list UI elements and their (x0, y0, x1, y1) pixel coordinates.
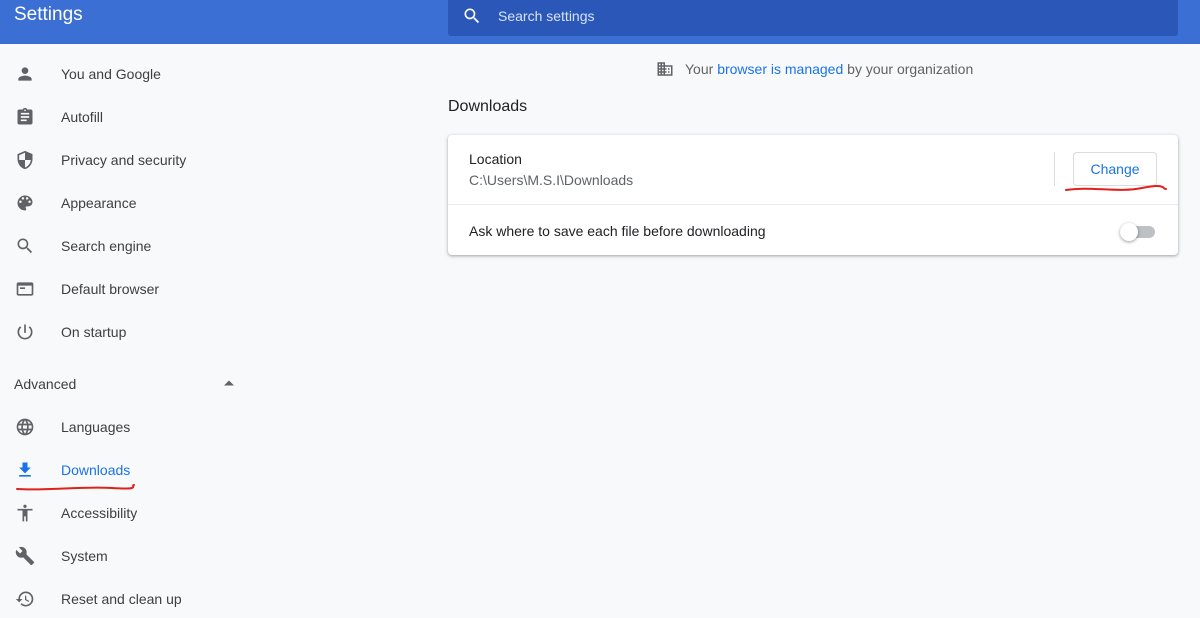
building-icon (657, 62, 673, 76)
vertical-divider (1054, 152, 1055, 186)
search-icon (464, 8, 480, 24)
notice-prefix: Your (685, 61, 718, 77)
sidebar-item-system[interactable]: System (0, 539, 250, 575)
sidebar-item-languages[interactable]: Languages (0, 410, 250, 446)
sidebar-item-on-startup[interactable]: On startup (0, 315, 250, 351)
ask-where-label: Ask where to save each file before downl… (469, 223, 766, 239)
sidebar-item-label: Languages (61, 419, 131, 435)
search-box[interactable] (448, 0, 1178, 36)
toggle-knob (1120, 223, 1138, 241)
shield-icon (17, 150, 33, 170)
section-title: Downloads (448, 98, 528, 115)
ask-where-toggle[interactable] (1120, 223, 1156, 241)
managed-link[interactable]: managed (785, 61, 843, 77)
sidebar-item-label: Default browser (61, 281, 160, 297)
location-label: Location (469, 151, 522, 167)
sidebar-item-label: Accessibility (61, 505, 138, 521)
sidebar-item-label: Reset and clean up (61, 591, 182, 607)
sidebar-advanced-label[interactable]: Advanced (14, 376, 76, 392)
globe-icon (16, 418, 34, 436)
sidebar-item-privacy-and-security[interactable]: Privacy and security (0, 143, 250, 179)
app-title: Settings (14, 4, 83, 25)
sidebar-item-label: System (61, 548, 108, 564)
sidebar-item-autofill[interactable]: Autofill (0, 100, 250, 136)
notice-middle[interactable]: is (767, 61, 785, 77)
chevron-up-icon[interactable] (222, 376, 236, 390)
sidebar-item-reset-and-clean-up[interactable]: Reset and clean up (0, 582, 250, 618)
header-bar: Settings (0, 0, 1200, 44)
browser-icon (16, 282, 34, 296)
sidebar-item-search-engine[interactable]: Search engine (0, 229, 250, 265)
notice-suffix: by your organization (843, 61, 974, 77)
sidebar-item-downloads[interactable]: Downloads (0, 453, 250, 489)
sidebar-item-default-browser[interactable]: Default browser (0, 272, 250, 308)
wrench-icon (15, 546, 35, 566)
history-icon (15, 591, 34, 607)
downloads-card: Location C:\Users\M.S.I\Downloads Change… (448, 135, 1178, 255)
search-input[interactable] (496, 0, 1160, 32)
download-icon (19, 462, 31, 477)
accessibility-icon (17, 504, 33, 522)
sidebar-item-label: On startup (61, 324, 127, 340)
sidebar-item-label: Autofill (61, 109, 104, 125)
power-icon (17, 324, 33, 340)
location-path: C:\Users\M.S.I\Downloads (469, 172, 634, 188)
sidebar-item-appearance[interactable]: Appearance (0, 186, 250, 222)
clipboard-icon (17, 107, 33, 125)
sidebar-item-you-and-google[interactable]: You and Google (0, 57, 250, 93)
sidebar-item-label: Privacy and security (61, 152, 187, 168)
browser-link[interactable]: browser (717, 61, 767, 77)
sidebar-item-accessibility[interactable]: Accessibility (0, 496, 250, 532)
sidebar-item-label: Search engine (61, 238, 152, 254)
search-icon (17, 238, 33, 254)
person-icon (18, 67, 32, 81)
change-button[interactable]: Change (1073, 152, 1157, 186)
sidebar-item-label: Appearance (61, 195, 137, 211)
sidebar-item-label: You and Google (61, 66, 161, 82)
managed-notice-text: Your browser is managed by your organiza… (685, 61, 973, 77)
palette-icon (17, 195, 33, 211)
sidebar-item-label: Downloads (61, 462, 131, 478)
row-divider (448, 204, 1178, 205)
